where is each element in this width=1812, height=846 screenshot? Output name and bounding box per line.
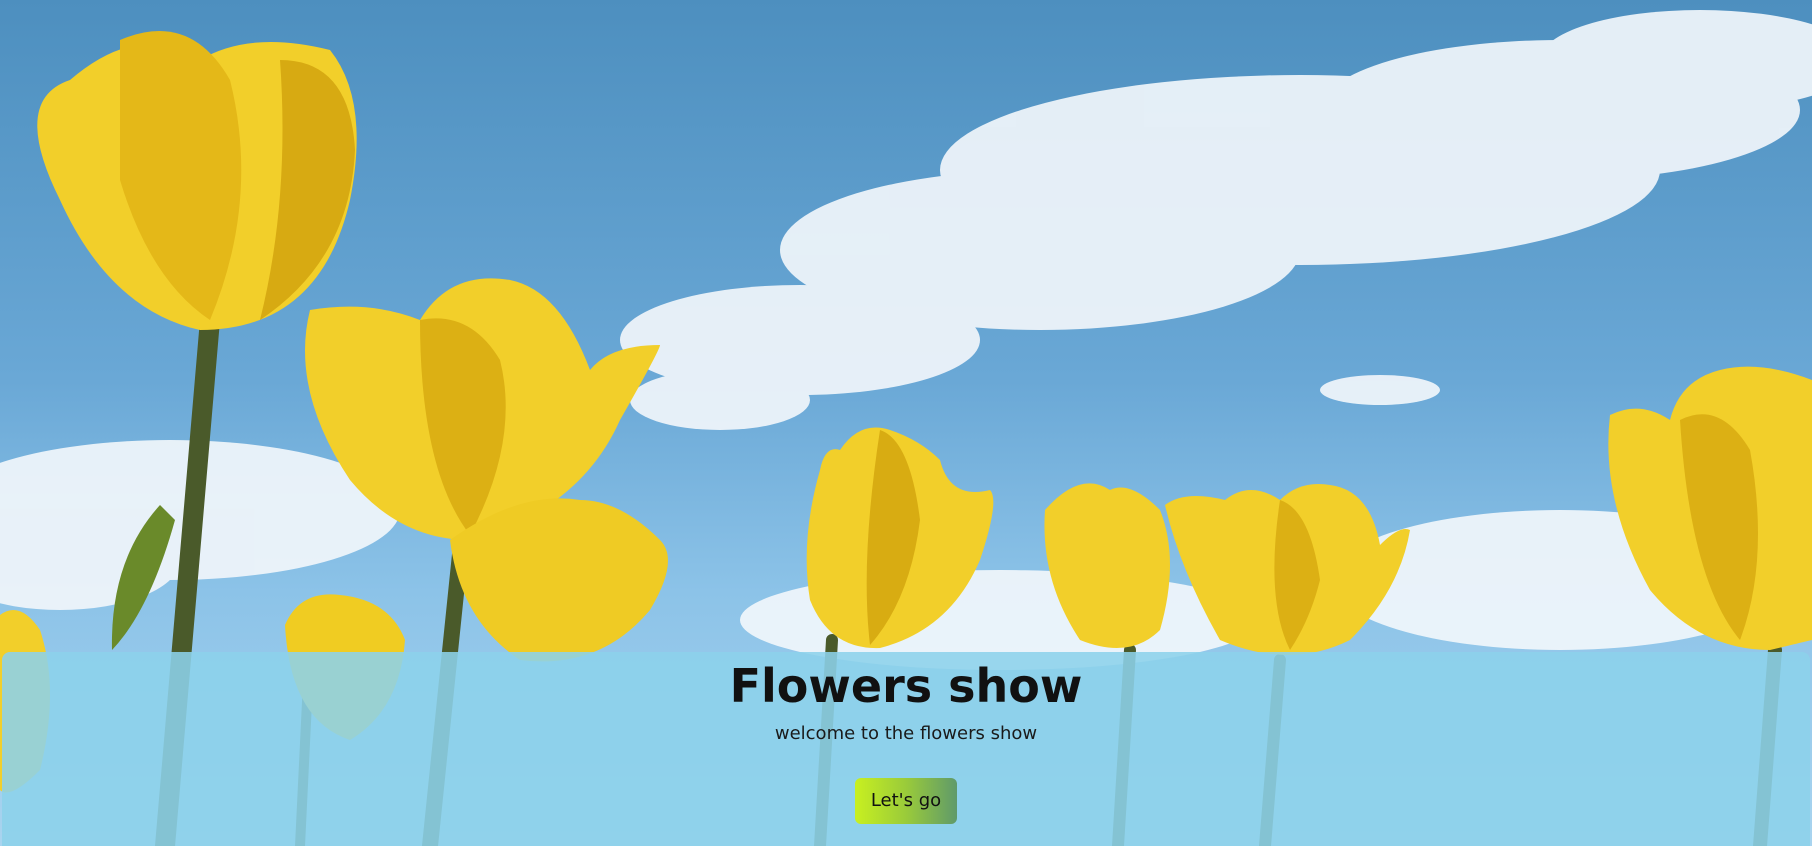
page-subtitle: welcome to the flowers show [774, 723, 1038, 744]
page-title: Flowers show [729, 659, 1083, 713]
hero-section: Flowers show welcome to the flowers show… [0, 0, 1812, 846]
lets-go-button[interactable]: Let's go [854, 778, 958, 824]
hero-overlay-panel: Flowers show welcome to the flowers show… [2, 652, 1810, 846]
